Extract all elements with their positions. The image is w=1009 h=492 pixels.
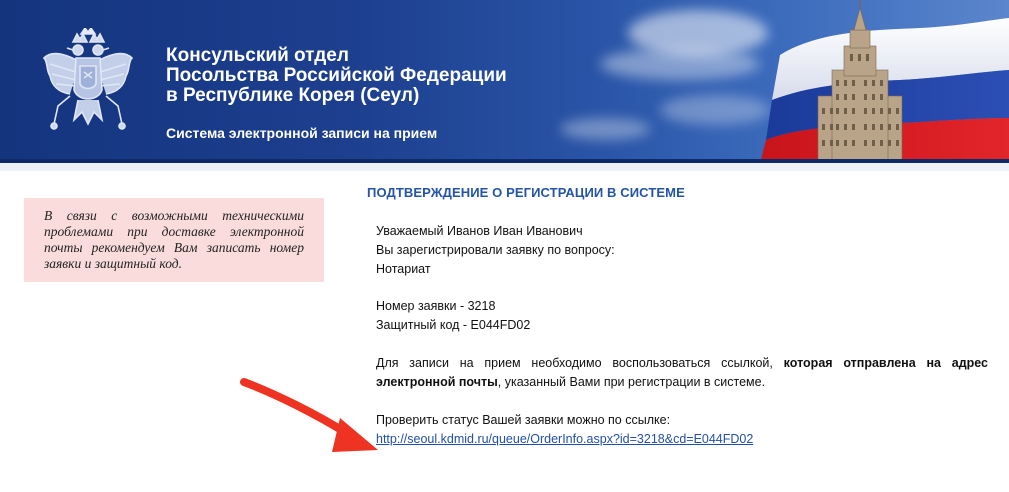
cloud-decoration: [600, 48, 760, 80]
cloud-decoration: [560, 118, 650, 140]
instruction-text: Для записи на прием необходимо воспользо…: [376, 354, 988, 392]
red-arrow-pointer-icon: [240, 378, 378, 452]
instruction-suffix: , указанный Вами при регистрации в систе…: [497, 375, 766, 389]
cloud-decoration: [660, 95, 770, 125]
russian-coat-of-arms-icon: [42, 28, 134, 130]
russian-flag-and-mfa-building: [760, 0, 1009, 163]
header-divider: [0, 163, 1009, 171]
site-header: Консульский отдел Посольства Российской …: [0, 0, 1009, 163]
title-line: в Республике Корея (Сеул): [166, 85, 420, 106]
greeting-text: Уважаемый Иванов Иван Иванович: [376, 224, 583, 238]
status-check-text: Проверить статус Вашей заявки можно по с…: [376, 413, 671, 427]
email-warning-notice: В связи с возможными техническими пробле…: [24, 198, 324, 282]
instruction-prefix: Для записи на прием необходимо воспользо…: [376, 356, 784, 370]
title-line: Посольства Российской Федерации: [166, 65, 507, 86]
topic-text: Нотариат: [376, 262, 431, 276]
registered-text: Вы зарегистрировали заявку по вопросу:: [376, 243, 615, 257]
confirmation-content: Уважаемый Иванов Иван Иванович Вы зареги…: [376, 222, 988, 449]
order-status-link[interactable]: http://seoul.kdmid.ru/queue/OrderInfo.as…: [376, 430, 988, 449]
order-number: Номер заявки - 3218: [376, 299, 496, 313]
security-code: Защитный код - E044FD02: [376, 318, 531, 332]
consulate-title: Консульский отдел Посольства Российской …: [166, 46, 586, 106]
confirmation-heading: ПОДТВЕРЖДЕНИЕ О РЕГИСТРАЦИИ В СИСТЕМЕ: [367, 185, 685, 200]
system-subtitle: Система электронной записи на прием: [166, 125, 438, 141]
title-line: Консульский отдел: [166, 45, 349, 66]
